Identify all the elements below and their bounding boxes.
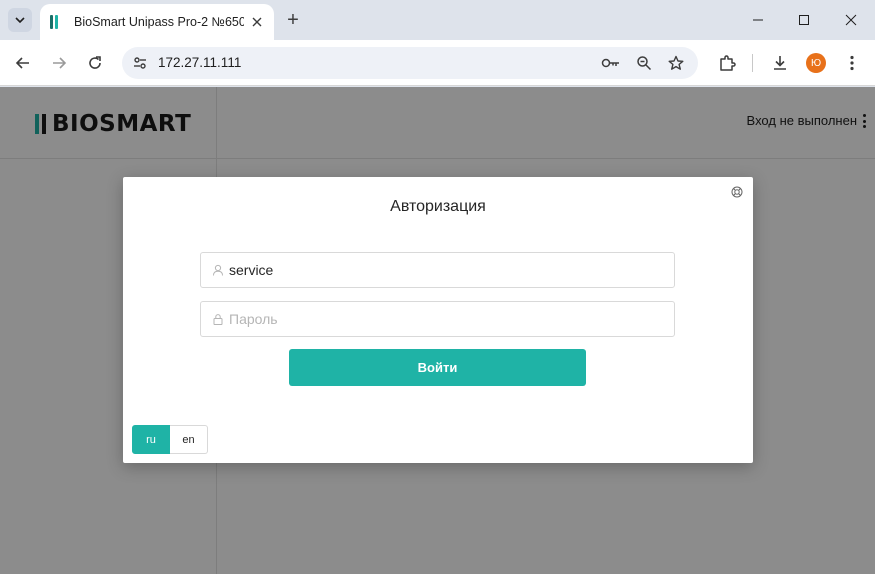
browser-tab[interactable]: BioSmart Unipass Pro-2 №6502	[40, 4, 274, 40]
lifebuoy-icon	[731, 186, 743, 198]
minimize-icon	[753, 19, 763, 21]
chevron-down-icon	[15, 17, 25, 24]
minimize-button[interactable]	[744, 6, 772, 34]
url-text[interactable]: 172.27.11.111	[158, 55, 241, 70]
arrow-right-icon	[53, 57, 67, 69]
page-viewport: BIOSMART Вход не выполнен Авторизация Во…	[0, 87, 875, 574]
user-icon	[211, 263, 225, 277]
tab-close-button[interactable]	[248, 13, 266, 31]
toolbar-separator	[752, 54, 753, 72]
browser-toolbar: 172.27.11.111 Ю	[0, 40, 875, 86]
profile-avatar[interactable]: Ю	[806, 53, 826, 73]
browser-menu-button[interactable]	[840, 51, 864, 75]
password-field-wrapper	[200, 301, 675, 337]
window-close-button[interactable]	[837, 6, 865, 34]
password-input[interactable]	[229, 311, 659, 327]
auth-modal: Авторизация Войти ru en	[123, 177, 753, 463]
maximize-button[interactable]	[790, 6, 818, 34]
zoom-icon	[637, 56, 652, 71]
site-info-button[interactable]	[130, 53, 150, 73]
back-button[interactable]	[9, 49, 37, 77]
forward-button[interactable]	[45, 49, 73, 77]
download-icon	[774, 56, 786, 70]
reload-button[interactable]	[81, 49, 109, 77]
biosmart-favicon-icon	[50, 14, 64, 30]
lock-icon	[211, 312, 225, 326]
address-bar[interactable]: 172.27.11.111	[122, 47, 698, 79]
lang-ru-button[interactable]: ru	[132, 425, 170, 454]
kebab-icon	[850, 55, 854, 71]
modal-title: Авторизация	[390, 198, 486, 215]
bookmark-button[interactable]	[666, 53, 686, 73]
reload-icon	[89, 56, 101, 69]
username-field-wrapper	[200, 252, 675, 288]
arrow-left-icon	[15, 57, 29, 69]
browser-tab-bar: BioSmart Unipass Pro-2 №6502 +	[0, 0, 875, 40]
star-icon	[668, 55, 684, 70]
tab-search-button[interactable]	[8, 8, 32, 32]
new-tab-button[interactable]: +	[282, 9, 304, 31]
extensions-button[interactable]	[715, 51, 739, 75]
maximize-icon	[799, 15, 809, 25]
tab-title: BioSmart Unipass Pro-2 №6502	[74, 15, 244, 29]
zoom-button[interactable]	[634, 53, 654, 73]
lang-en-button[interactable]: en	[170, 425, 208, 454]
downloads-button[interactable]	[768, 51, 792, 75]
language-switcher: ru en	[132, 425, 208, 454]
key-icon	[601, 58, 619, 68]
puzzle-icon	[720, 55, 736, 71]
tune-icon	[134, 57, 146, 69]
help-button[interactable]	[730, 185, 744, 199]
close-icon	[252, 17, 262, 27]
passwords-button[interactable]	[601, 53, 621, 73]
username-input[interactable]	[229, 262, 659, 278]
close-icon	[845, 14, 857, 26]
login-button[interactable]: Войти	[289, 349, 586, 386]
